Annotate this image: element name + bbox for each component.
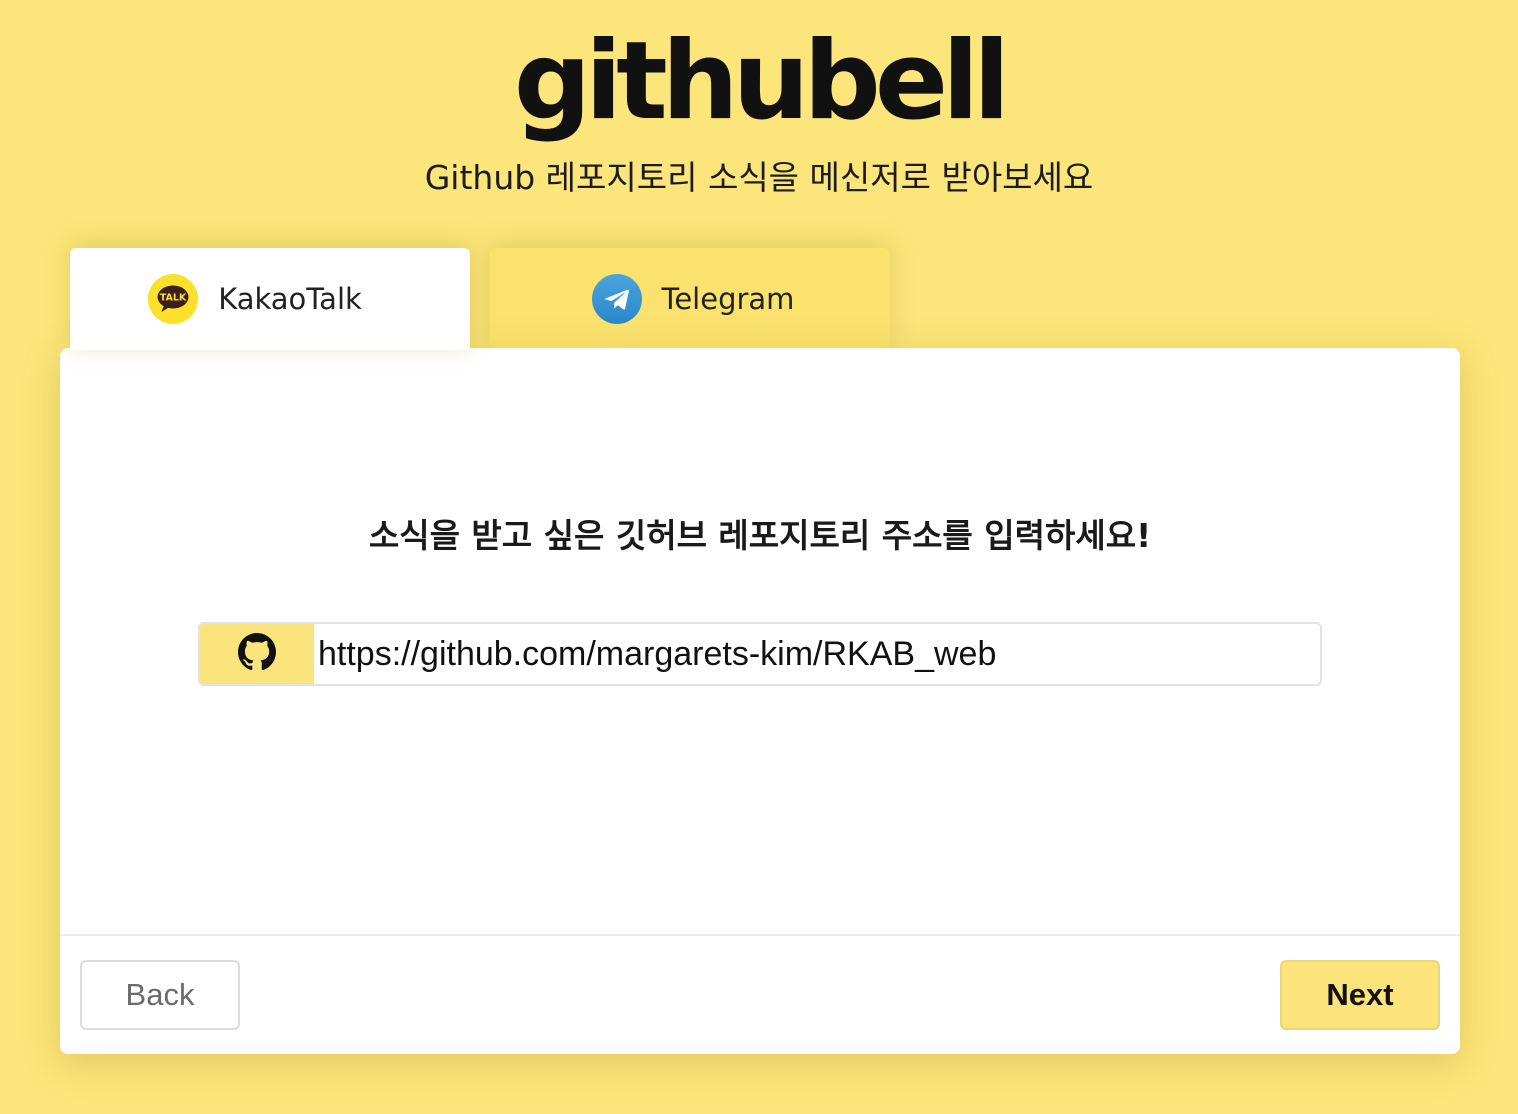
tab-kakaotalk[interactable]: TALK KakaoTalk xyxy=(70,248,470,350)
kakaotalk-icon: TALK xyxy=(148,274,199,324)
kakaotalk-icon-text: TALK xyxy=(160,293,187,304)
tab-kakaotalk-label: KakaoTalk xyxy=(218,282,362,316)
app-logo: githubell xyxy=(513,19,1010,144)
github-icon xyxy=(238,633,276,675)
telegram-icon xyxy=(591,274,642,324)
app-subtitle: Github 레포지토리 소식을 메신저로 받아보세요 xyxy=(424,158,1094,197)
repo-prompt: 소식을 받고 싶은 깃허브 레포지토리 주소를 입력하세요! xyxy=(368,516,1152,555)
footer-divider xyxy=(60,934,1460,936)
next-button[interactable]: Next xyxy=(1280,960,1440,1030)
repo-url-input[interactable] xyxy=(314,624,1320,684)
github-icon-box xyxy=(200,624,314,684)
repo-input-group xyxy=(198,622,1322,686)
tab-telegram[interactable]: Telegram xyxy=(490,248,890,350)
back-button[interactable]: Back xyxy=(80,960,240,1030)
setup-card: 소식을 받고 싶은 깃허브 레포지토리 주소를 입력하세요! Back Next xyxy=(60,348,1460,1054)
tab-telegram-label: Telegram xyxy=(661,282,795,316)
